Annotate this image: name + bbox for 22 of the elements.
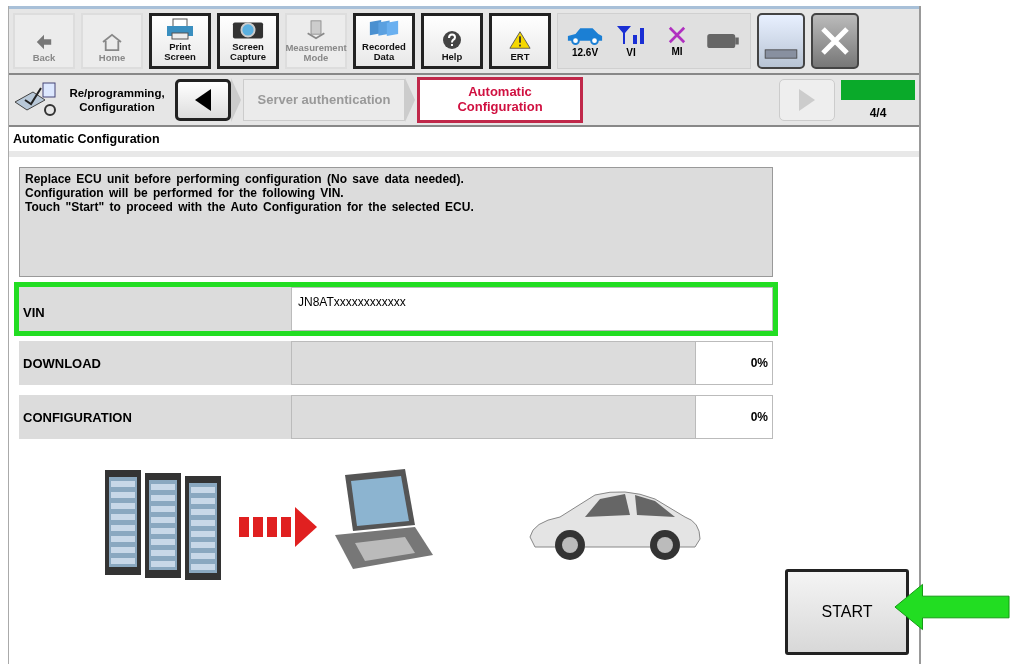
- toolbar-button[interactable]: Screen Capture: [217, 13, 279, 69]
- section-label: Re/programming, Configuration: [68, 85, 166, 115]
- step-count: 4/4: [869, 106, 887, 120]
- page-title: Automatic Configuration: [9, 127, 919, 157]
- row-label: CONFIGURATION: [22, 408, 133, 427]
- step-tab[interactable]: Automatic Configuration: [417, 77, 583, 123]
- row-label: VIN: [22, 303, 46, 322]
- toolbar-button[interactable]: Help: [421, 13, 483, 69]
- start-button[interactable]: START: [785, 569, 909, 655]
- status-label: MI: [671, 45, 683, 57]
- message-text: Configuration will be performed for the following VIN.: [25, 186, 345, 200]
- progress-reading: 0%: [696, 395, 773, 439]
- toolbar-button[interactable]: ERT: [489, 13, 551, 69]
- message-text: Touch "Start" to proceed with the Auto Configuration for the selected ECU.: [25, 200, 475, 214]
- progress-reading: 0%: [696, 341, 773, 385]
- status-label: VI: [626, 46, 636, 58]
- row-label: DOWNLOAD: [22, 354, 102, 373]
- status-label: 12.6V: [571, 46, 599, 58]
- toolbar-button[interactable]: Recorded Data: [353, 13, 415, 69]
- vin-value: JN8ATxxxxxxxxxxxx: [298, 295, 406, 309]
- message-text: Replace ECU unit before performing configuration (No save data needed).: [25, 172, 465, 186]
- toolbar-button[interactable]: Print Screen: [149, 13, 211, 69]
